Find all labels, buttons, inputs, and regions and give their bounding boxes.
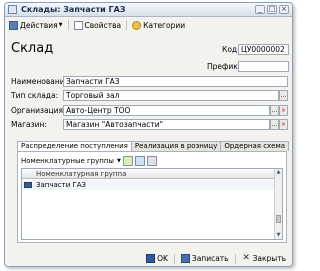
catalog-item-window: Склады: Запчасти ГАЗ _ □ × Действия ▼ Св… <box>4 2 293 267</box>
close-window-button[interactable]: × <box>279 5 289 14</box>
warehouse-type-select-button[interactable]: … <box>279 90 288 101</box>
row-marker-icon <box>24 182 32 188</box>
toolbar-divider <box>67 20 69 30</box>
organization-select-button[interactable]: … <box>270 105 279 116</box>
code-field[interactable]: ЦУ0000002 <box>238 44 289 55</box>
categories-icon <box>132 20 142 30</box>
table-cell: Запчасти ГАЗ <box>36 181 87 189</box>
ok-button[interactable]: OK <box>146 253 168 265</box>
save-icon <box>180 254 190 263</box>
tab-order-scheme[interactable]: Ордерная схема <box>220 141 290 151</box>
table-header: Номенклатурная группа <box>22 169 274 179</box>
window-controls: _ □ × <box>255 5 289 14</box>
form-toolbar: Действия ▼ Свойства Категории <box>5 18 292 32</box>
organization-field[interactable]: Авто-Центр ТОО <box>63 105 270 116</box>
form-tabs: Распределение поступления Реализация в р… <box>17 141 290 152</box>
vertical-scrollbar[interactable]: ▲ ▼ <box>274 169 282 239</box>
chevron-down-icon[interactable]: ▼ <box>117 158 121 164</box>
store-clear-button[interactable]: × <box>279 119 288 130</box>
code-label: Код: <box>222 45 240 54</box>
actions-icon <box>9 20 18 30</box>
footer-divider <box>234 253 236 264</box>
categories-button[interactable]: Категории <box>130 19 187 31</box>
form-footer: OK Записать ✕ Закрыть <box>5 250 292 266</box>
chevron-down-icon: ▼ <box>58 22 63 28</box>
organization-label: Организация: <box>11 106 66 115</box>
tab-retail-sales[interactable]: Реализация в розницу <box>130 141 222 151</box>
maximize-button[interactable]: □ <box>267 5 277 14</box>
groups-table: Номенклатурная группа Запчасти ГАЗ ▲ ▼ <box>21 168 283 240</box>
close-button[interactable]: ✕ Закрыть <box>242 253 286 265</box>
warehouse-type-field[interactable]: Торговый зал <box>63 90 279 101</box>
properties-label: Свойства <box>84 20 122 30</box>
form-heading: Склад <box>11 41 54 56</box>
close-label: Закрыть <box>252 254 286 263</box>
scroll-up-icon[interactable]: ▲ <box>275 169 282 176</box>
store-field[interactable]: Магазин "Автозапчасти" <box>63 119 270 130</box>
add-row-icon[interactable] <box>122 155 133 166</box>
categories-label: Категории <box>143 20 186 30</box>
organization-clear-button[interactable]: × <box>279 105 288 116</box>
prefix-field[interactable] <box>238 61 289 72</box>
minimize-button[interactable]: _ <box>255 5 265 14</box>
scroll-thumb[interactable] <box>276 215 281 223</box>
delete-row-icon[interactable] <box>146 155 157 166</box>
edit-row-icon[interactable] <box>134 155 145 166</box>
table-row[interactable]: Запчасти ГАЗ <box>22 180 274 190</box>
column-header[interactable]: Номенклатурная группа <box>36 169 126 179</box>
groups-menu-label[interactable]: Номенклатурные группы <box>21 157 114 165</box>
tab-panel: Номенклатурные группы ▼ Номенклатурная г… <box>17 151 287 243</box>
save-button[interactable]: Записать <box>180 253 229 265</box>
store-select-button[interactable]: … <box>270 119 279 130</box>
store-label: Магазин: <box>11 120 47 129</box>
warehouse-type-label: Тип склада: <box>11 91 59 100</box>
footer-divider <box>173 253 175 264</box>
save-label: Записать <box>191 254 229 263</box>
ok-icon <box>146 254 156 263</box>
close-icon: ✕ <box>242 253 250 263</box>
properties-button[interactable]: Свойства <box>72 19 124 31</box>
actions-menu-button[interactable]: Действия ▼ <box>7 19 65 31</box>
properties-icon <box>73 20 83 30</box>
ok-label: OK <box>157 254 168 263</box>
actions-label: Действия <box>20 20 58 30</box>
scroll-down-icon[interactable]: ▼ <box>275 232 282 239</box>
toolbar-divider <box>126 20 128 30</box>
title-bar: Склады: Запчасти ГАЗ _ □ × <box>5 3 292 17</box>
groups-toolbar: Номенклатурные группы ▼ <box>21 155 157 166</box>
window-title: Склады: Запчасти ГАЗ <box>21 5 126 14</box>
name-field[interactable]: Запчасти ГАЗ <box>63 76 288 87</box>
window-icon <box>8 5 17 14</box>
